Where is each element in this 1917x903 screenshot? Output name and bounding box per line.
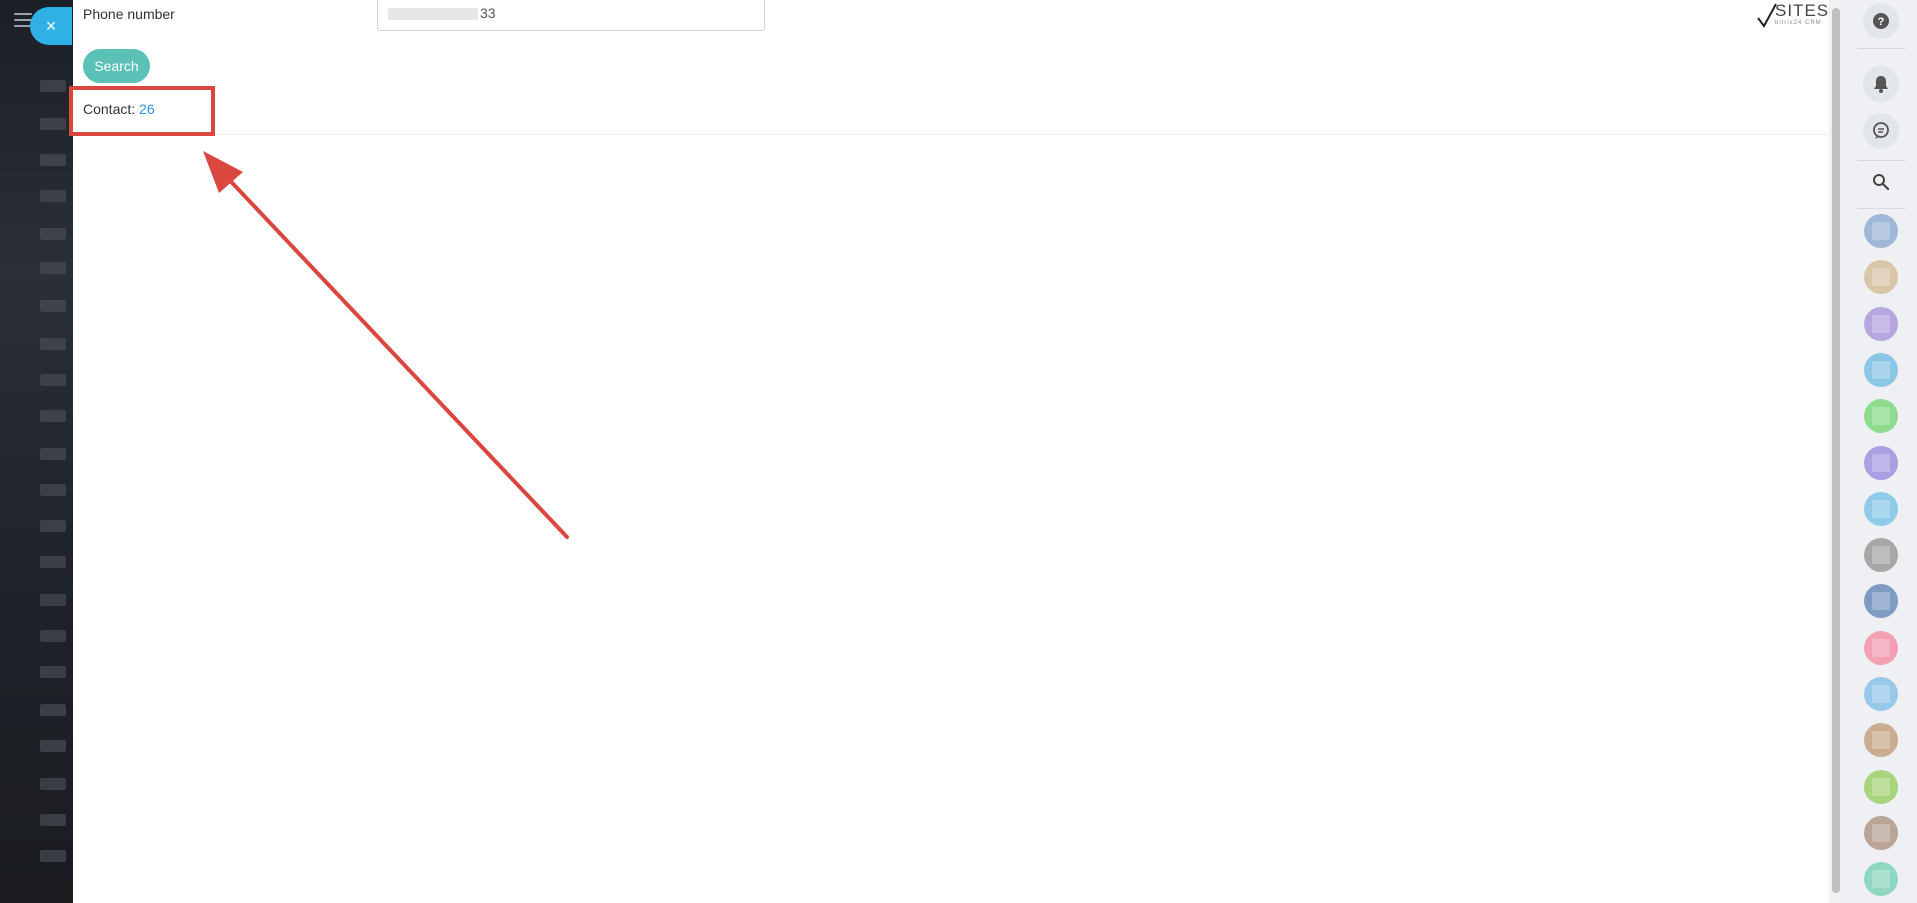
user-avatar[interactable] bbox=[1864, 214, 1898, 248]
phone-number-label: Phone number bbox=[83, 6, 175, 22]
user-avatar[interactable] bbox=[1864, 677, 1898, 711]
user-avatar[interactable] bbox=[1864, 723, 1898, 758]
slider-panel: Phone number 33 Search Contact: 26 bbox=[73, 0, 1828, 903]
masked-phone-digits bbox=[388, 8, 478, 21]
contact-label: Contact: bbox=[83, 101, 136, 117]
user-avatar[interactable] bbox=[1864, 538, 1898, 573]
user-avatar[interactable] bbox=[1864, 862, 1898, 897]
user-avatar[interactable] bbox=[1864, 584, 1898, 619]
phone-number-input[interactable]: 33 bbox=[377, 0, 765, 31]
user-avatar[interactable] bbox=[1864, 815, 1898, 850]
contact-result: Contact: 26 bbox=[83, 101, 155, 117]
phone-value-suffix: 33 bbox=[480, 5, 496, 21]
search-button[interactable]: Search bbox=[83, 49, 150, 83]
close-slider-button[interactable]: × bbox=[30, 7, 72, 45]
svg-text:?: ? bbox=[1878, 16, 1885, 28]
bell-icon[interactable] bbox=[1863, 66, 1899, 102]
logo-subtext: bitrix24 CRM bbox=[1775, 20, 1822, 26]
panel-scrollbar[interactable] bbox=[1829, 0, 1843, 903]
chat-icon[interactable] bbox=[1863, 113, 1899, 149]
contact-count-link[interactable]: 26 bbox=[139, 101, 155, 117]
user-avatar[interactable] bbox=[1864, 306, 1898, 341]
search-icon[interactable] bbox=[1863, 164, 1899, 200]
scrollbar-thumb[interactable] bbox=[1832, 8, 1840, 893]
user-avatar[interactable] bbox=[1864, 445, 1898, 480]
user-avatar[interactable] bbox=[1864, 399, 1898, 434]
divider bbox=[73, 134, 1828, 135]
user-avatar[interactable] bbox=[1864, 260, 1898, 295]
user-avatar[interactable] bbox=[1864, 352, 1898, 387]
user-avatar[interactable] bbox=[1864, 630, 1898, 665]
right-sidebar: ? bbox=[1843, 0, 1917, 903]
help-icon[interactable]: ? bbox=[1863, 3, 1899, 39]
user-avatar[interactable] bbox=[1864, 769, 1898, 804]
background-page bbox=[0, 0, 73, 903]
user-avatar[interactable] bbox=[1864, 491, 1898, 526]
logo-text: SITES bbox=[1775, 1, 1830, 20]
